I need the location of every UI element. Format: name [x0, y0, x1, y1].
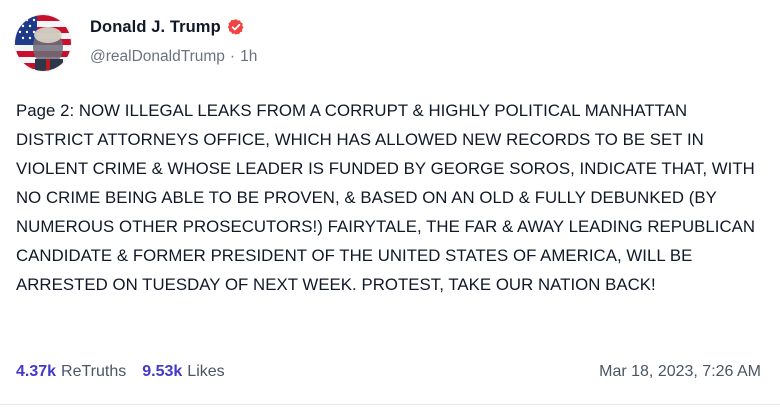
likes-stat[interactable]: 9.53k Likes	[142, 363, 224, 381]
verified-badge-icon	[227, 18, 245, 36]
likes-label: Likes	[187, 363, 225, 380]
avatar-image	[15, 15, 71, 71]
post-timestamp[interactable]: Mar 18, 2023, 7:26 AM	[599, 363, 761, 381]
post-stats: 4.37k ReTruths 9.53k Likes	[16, 363, 241, 381]
handle[interactable]: @realDonaldTrump	[90, 48, 225, 66]
divider	[0, 404, 780, 405]
time-ago[interactable]: 1h	[240, 48, 257, 66]
display-name[interactable]: Donald J. Trump	[90, 18, 221, 37]
author-info: Donald J. Trump @realDonaldTrump · 1h	[90, 16, 257, 66]
retruths-label: ReTruths	[61, 363, 127, 380]
name-row: Donald J. Trump	[90, 16, 257, 38]
likes-count: 9.53k	[142, 363, 183, 380]
retruths-stat[interactable]: 4.37k ReTruths	[16, 363, 126, 381]
handle-row: @realDonaldTrump · 1h	[90, 48, 257, 66]
retruths-count: 4.37k	[16, 363, 57, 380]
post-card: Donald J. Trump @realDonaldTrump · 1h Pa…	[0, 0, 780, 411]
avatar[interactable]	[15, 15, 71, 71]
post-text: Page 2: NOW ILLEGAL LEAKS FROM A CORRUPT…	[16, 101, 756, 294]
separator: ·	[229, 48, 236, 65]
